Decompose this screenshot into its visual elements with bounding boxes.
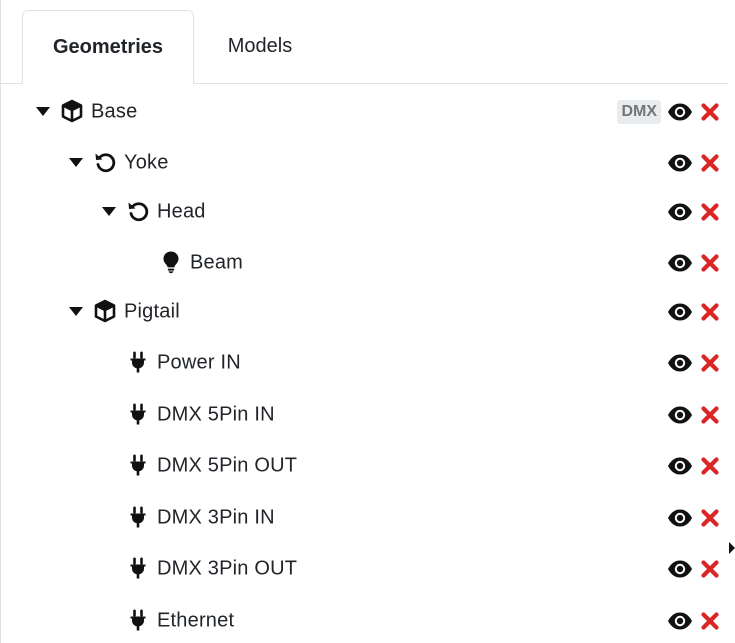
tree-item-label: DMX 3Pin IN bbox=[157, 506, 275, 529]
tab-geometries[interactable]: Geometries bbox=[22, 10, 194, 84]
tree-item-label: Beam bbox=[190, 251, 244, 274]
delete-x-icon[interactable] bbox=[700, 559, 720, 579]
tree-row[interactable]: Ethernet bbox=[1, 599, 728, 643]
plug-icon bbox=[126, 505, 150, 529]
tree-item-label: DMX 3Pin OUT bbox=[157, 557, 298, 580]
geometry-panel: Geometries Models Base DMX Yoke Head Beam Pig… bbox=[0, 0, 735, 643]
delete-x-icon[interactable] bbox=[700, 353, 720, 373]
tree-item-label: Yoke bbox=[124, 151, 169, 174]
cube-icon bbox=[60, 99, 84, 123]
tree-item-label: Base bbox=[91, 100, 138, 123]
delete-x-icon[interactable] bbox=[700, 456, 720, 476]
tree-item-label: DMX 5Pin OUT bbox=[157, 454, 298, 477]
visibility-eye-icon[interactable] bbox=[667, 558, 693, 580]
delete-x-icon[interactable] bbox=[700, 102, 720, 122]
delete-x-icon[interactable] bbox=[700, 611, 720, 631]
delete-x-icon[interactable] bbox=[700, 153, 720, 173]
dmx-badge: DMX bbox=[617, 100, 661, 124]
visibility-eye-icon[interactable] bbox=[667, 101, 693, 123]
expand-caret-icon[interactable] bbox=[36, 107, 50, 121]
tree-item-label: Ethernet bbox=[157, 609, 235, 632]
tree-row[interactable]: Base DMX bbox=[1, 90, 728, 134]
tree-row[interactable]: Beam bbox=[1, 241, 728, 285]
visibility-eye-icon[interactable] bbox=[667, 252, 693, 274]
visibility-eye-icon[interactable] bbox=[667, 352, 693, 374]
tree-row[interactable]: Yoke bbox=[1, 141, 728, 185]
visibility-eye-icon[interactable] bbox=[667, 610, 693, 632]
tree-item-label: Pigtail bbox=[124, 300, 180, 323]
expand-caret-icon[interactable] bbox=[69, 307, 83, 321]
visibility-eye-icon[interactable] bbox=[667, 455, 693, 477]
plug-icon bbox=[126, 556, 150, 580]
delete-x-icon[interactable] bbox=[700, 508, 720, 528]
visibility-eye-icon[interactable] bbox=[667, 404, 693, 426]
tree-row[interactable]: DMX 5Pin OUT bbox=[1, 444, 728, 488]
tree-row[interactable]: DMX 5Pin IN bbox=[1, 393, 728, 437]
plug-icon bbox=[126, 402, 150, 426]
cube-icon bbox=[93, 299, 117, 323]
visibility-eye-icon[interactable] bbox=[667, 152, 693, 174]
delete-x-icon[interactable] bbox=[700, 405, 720, 425]
scroll-edge-icon bbox=[729, 542, 735, 554]
tree-item-label: Power IN bbox=[157, 351, 241, 374]
delete-x-icon[interactable] bbox=[700, 202, 720, 222]
visibility-eye-icon[interactable] bbox=[667, 507, 693, 529]
rotate-icon bbox=[126, 199, 150, 223]
expand-caret-icon[interactable] bbox=[102, 207, 116, 221]
tree-row[interactable]: DMX 3Pin OUT bbox=[1, 547, 728, 591]
delete-x-icon[interactable] bbox=[700, 302, 720, 322]
tree-item-label: Head bbox=[157, 200, 206, 223]
expand-caret-icon[interactable] bbox=[69, 158, 83, 172]
delete-x-icon[interactable] bbox=[700, 253, 720, 273]
tree-row[interactable]: Head bbox=[1, 190, 728, 234]
visibility-eye-icon[interactable] bbox=[667, 201, 693, 223]
plug-icon bbox=[126, 608, 150, 632]
plug-icon bbox=[126, 350, 150, 374]
tree-row[interactable]: Pigtail bbox=[1, 290, 728, 334]
plug-icon bbox=[126, 453, 150, 477]
visibility-eye-icon[interactable] bbox=[667, 301, 693, 323]
rotate-icon bbox=[93, 150, 117, 174]
tab-models[interactable]: Models bbox=[195, 10, 325, 82]
lightbulb-icon bbox=[159, 250, 183, 274]
tree-row[interactable]: DMX 3Pin IN bbox=[1, 496, 728, 540]
tree-row[interactable]: Power IN bbox=[1, 341, 728, 385]
tab-bar: Geometries Models bbox=[1, 0, 728, 84]
tree-item-label: DMX 5Pin IN bbox=[157, 403, 275, 426]
